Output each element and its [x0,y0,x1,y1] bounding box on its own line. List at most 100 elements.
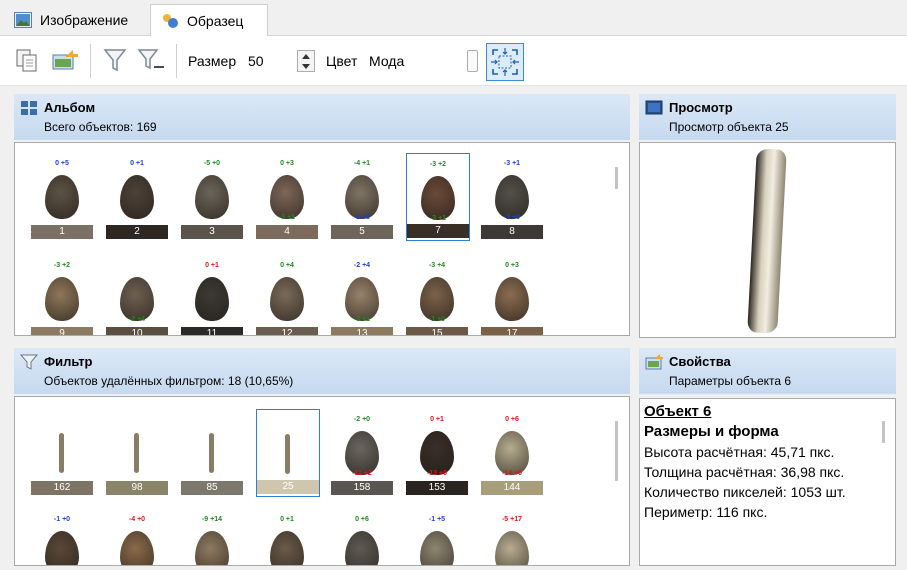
thumbnail[interactable]: -4 +1 -2 +0 5 [331,153,395,241]
thumbnail[interactable]: -4 +0 [106,509,170,565]
preview-canvas[interactable] [639,142,896,338]
clear-filter-icon [137,49,164,70]
object-number: 10 [106,327,168,335]
object-number: 144 [481,481,543,495]
object-image [120,175,154,219]
filter-header: Фильтр Объектов удалённых фильтром: 18 (… [14,348,630,394]
filter-icon [20,354,38,370]
thumbnail[interactable]: -9 +14 [181,509,245,565]
clear-filter-button[interactable] [136,45,166,75]
thumbnail[interactable]: -5 +17 [481,509,545,565]
object-image [285,434,290,474]
properties-icon [645,354,663,370]
offset-label-bottom: -1 +0 [428,316,446,323]
property-line: Толщина расчётная: 36,98 пкс. [644,464,845,480]
object-number: 8 [481,225,543,239]
offset-label-top: 0 +1 [430,416,444,423]
tab-sample[interactable]: Образец [150,4,268,37]
tab-image[interactable]: Изображение [4,4,148,36]
spin-up-icon[interactable] [302,54,310,59]
thumbnail[interactable]: 0 +4 12 [256,255,320,335]
offset-label-bottom: -2 +0 [353,214,371,221]
offset-label-top: -1 +5 [428,516,446,523]
thumbnail[interactable]: -3 +4 -1 +0 15 [406,255,470,335]
properties-content: Объект 6 Размеры и форма Высота расчётна… [639,398,896,566]
property-line: Количество пикселей: 1053 шт. [644,484,846,500]
offset-label-top: -3 +2 [53,262,71,269]
thumbnail[interactable]: -1 +5 [406,509,470,565]
thumbnail[interactable]: -2 +0 -11 +2 158 [331,409,395,497]
filter-subtitle: Объектов удалённых фильтром: 18 (10,65%) [44,374,294,388]
thumbnail[interactable]: 0 +1 [256,509,320,565]
size-value[interactable]: 50 [248,53,264,69]
offset-label-top: -3 +1 [503,160,521,167]
object-number: 12 [256,327,318,335]
object-number: 85 [181,481,243,495]
thumbnail[interactable]: 0 +1 2 [106,153,170,241]
object-number: 4 [256,225,318,239]
object-number: 162 [31,481,93,495]
copy-icon [16,49,37,72]
offset-label-top: -3 +4 [428,262,446,269]
offset-label-top: 0 +6 [355,516,369,523]
album-grid[interactable]: 0 +5 1 0 +1 2 -5 +0 3 0 +3 -3 +1 4 -4 +1 -2 +0 5 -3 … [14,142,630,336]
offset-label-bottom: -11 +2 [352,470,372,477]
export-icon [52,50,78,70]
object-number: 2 [106,225,168,239]
thumbnail[interactable]: 0 +1 11 [181,255,245,335]
thumbnail[interactable]: 85 [181,409,245,497]
thumbnail[interactable]: 0 +1 -13 +0 153 [406,409,470,497]
color-dropdown-button[interactable] [467,50,478,72]
thumbnail[interactable]: 98 [106,409,170,497]
object-image [195,175,229,219]
thumbnail[interactable]: -3 +1 -2 +0 8 [481,153,545,241]
object-image [345,531,379,565]
thumbnail[interactable]: 0 +6 -14 +0 144 [481,409,545,497]
thumbnail[interactable]: -3 +2 9 [31,255,95,335]
object-title: Объект 6 [644,403,712,420]
copy-button[interactable] [12,45,42,75]
thumbnail[interactable]: 0 +6 [331,509,395,565]
object-number: 15 [406,327,468,335]
filter-button[interactable] [100,45,130,75]
tab-label: Изображение [40,12,129,28]
object-image [195,277,229,321]
offset-label-top: -4 +1 [353,160,371,167]
thumbnail[interactable]: 25 [256,409,320,497]
toolbar-separator [90,44,91,78]
thumbnail[interactable]: -3 +2 -3 +1 7 [406,153,470,241]
filter-grid[interactable]: 162 98 85 25 -2 +0 -11 +2 158 0 +1 -13 +0 153 0 +6… [14,396,630,566]
thumbnail[interactable]: 162 [31,409,95,497]
offset-label-top: -5 +17 [501,516,523,523]
thumbnail[interactable]: -2 +4 -3 +1 13 [331,255,395,335]
offset-label-bottom: -13 +0 [426,470,448,477]
color-value[interactable]: Мода [369,53,404,69]
offset-label-top: 0 +5 [55,160,69,167]
offset-label-top: 0 +1 [130,160,144,167]
section-title: Размеры и форма [644,423,779,440]
export-button[interactable] [50,45,80,75]
preview-object-image [747,148,787,334]
object-image [495,277,529,321]
object-image [270,277,304,321]
property-line: Периметр: 116 пкс. [644,504,768,520]
object-number: 7 [407,224,469,238]
thumbnail[interactable]: 0 +5 1 [31,153,95,241]
offset-label-bottom: -14 +0 [501,470,523,477]
properties-scrollbar[interactable] [882,421,885,443]
preview-title: Просмотр [669,100,733,115]
thumbnail[interactable]: 0 +3 17 [481,255,545,335]
monitor-icon [645,100,663,115]
fit-view-button[interactable] [486,43,524,81]
filter-scrollbar[interactable] [615,421,618,481]
album-scrollbar[interactable] [615,167,618,189]
offset-label-top: -1 +0 [53,516,71,523]
object-number: 25 [257,480,319,494]
thumbnail[interactable]: 0 +3 -3 +1 4 [256,153,320,241]
size-spinner[interactable] [297,50,315,72]
thumbnail[interactable]: -5 +0 3 [181,153,245,241]
thumbnail[interactable]: -2 +4 10 [106,255,170,335]
thumbnail[interactable]: -1 +0 [31,509,95,565]
object-number: 98 [106,481,168,495]
spin-down-icon[interactable] [302,64,310,69]
